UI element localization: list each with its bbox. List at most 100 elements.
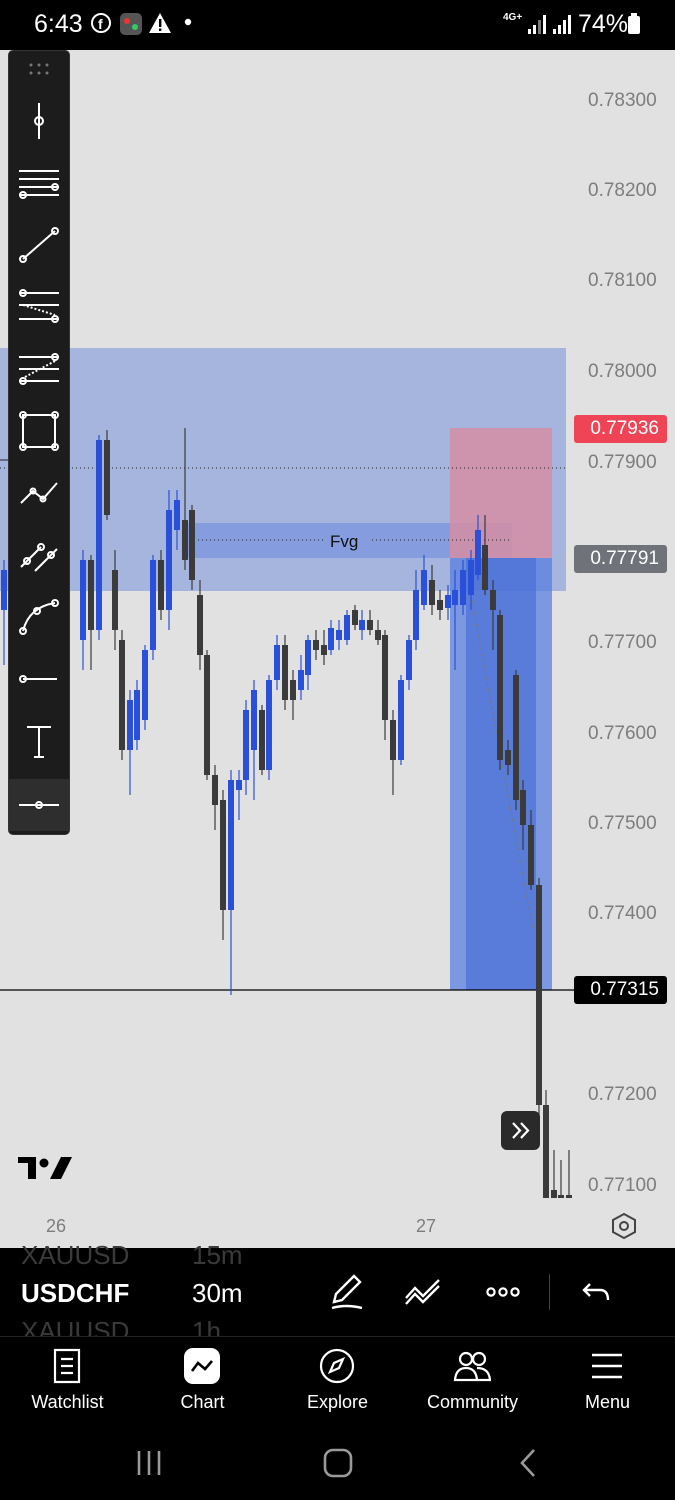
price-axis-label: 0.77700 [588, 632, 657, 653]
candle-body [119, 640, 125, 750]
candle-body [413, 590, 419, 640]
candle-body [228, 780, 234, 910]
candle-body [150, 560, 156, 650]
candle-body [468, 560, 474, 595]
home-icon[interactable] [322, 1447, 354, 1479]
chart-settings-icon[interactable] [610, 1212, 638, 1240]
price-axis-label: 0.77500 [588, 813, 657, 834]
chart-icon [184, 1348, 220, 1384]
notification-dot-icon [184, 18, 192, 26]
horizontal-lines-icon [19, 170, 59, 199]
candle-body [158, 560, 164, 610]
symbol-current[interactable]: USDCHF [21, 1278, 129, 1309]
candle-body [104, 440, 110, 515]
path-icon [20, 482, 58, 504]
price-chart[interactable]: Fvg [0, 50, 675, 1198]
candle-body [344, 615, 350, 640]
recent-apps-icon[interactable] [134, 1448, 164, 1478]
candle-body [259, 710, 265, 770]
watchlist-icon [53, 1348, 81, 1384]
pencil-icon[interactable] [326, 1272, 366, 1312]
toolbar-drag-handle[interactable] [9, 51, 69, 87]
tool-horizontal-lines[interactable] [9, 157, 69, 209]
tool-text[interactable] [9, 715, 69, 767]
bottom-nav: Watchlist Chart Explore Community Menu [0, 1336, 675, 1433]
candle-body [382, 635, 388, 720]
nav-chart[interactable]: Chart [135, 1337, 270, 1433]
candle-body [406, 640, 412, 680]
tool-fib-retracement[interactable] [9, 281, 69, 333]
candle-body [328, 628, 334, 650]
entry-price-tag[interactable]: 0.77791 [574, 545, 667, 573]
symbol-prev[interactable]: XAUUSD [21, 1240, 129, 1271]
time-axis-label: 26 [46, 1216, 67, 1236]
status-bar: 6:43 f 4G+ 74% [0, 0, 675, 50]
candle-body [321, 645, 327, 655]
candle-body [88, 560, 94, 630]
nav-menu[interactable]: Menu [540, 1337, 675, 1433]
candle-body [551, 1190, 557, 1198]
fvg-label[interactable]: Fvg [330, 532, 358, 551]
rectangle-icon [19, 411, 59, 451]
candle-body [490, 590, 496, 610]
tool-rectangle[interactable] [9, 405, 69, 457]
last-price-tag[interactable]: 0.77315 [574, 976, 667, 1004]
tradingview-logo-icon [18, 1157, 72, 1179]
facebook-icon: f [91, 13, 111, 33]
candle-body [452, 590, 458, 605]
price-axis-label: 0.77900 [588, 452, 657, 473]
nav-watchlist[interactable]: Watchlist [0, 1337, 135, 1433]
candle-body [359, 620, 365, 630]
drawing-toolbar [8, 50, 70, 835]
candle-body [313, 640, 319, 650]
candle-body [80, 560, 86, 640]
nav-label: Explore [306, 1392, 369, 1412]
candle-body [212, 775, 218, 805]
candle-body [375, 630, 381, 640]
timeframe-next[interactable]: 1h [192, 1316, 221, 1336]
candle-body [497, 615, 503, 760]
candle-body [398, 680, 404, 760]
fib-retracement-icon [19, 289, 59, 323]
scroll-to-realtime-button[interactable] [501, 1111, 540, 1150]
tool-curve[interactable] [9, 591, 69, 643]
tool-fib-extension[interactable] [9, 343, 69, 395]
more-icon[interactable] [484, 1282, 522, 1302]
tool-cursor[interactable] [9, 95, 69, 147]
candle-body [505, 750, 511, 765]
candle-body [437, 600, 443, 610]
chart-canvas[interactable]: Fvg 0.78300 0.78200 0.78100 0.78000 0.77… [0, 50, 675, 1198]
tool-trend-line[interactable] [9, 219, 69, 271]
nav-community[interactable]: Community [405, 1337, 540, 1433]
text-icon [27, 726, 51, 758]
horizontal-line-icon [19, 801, 59, 809]
candle-body [166, 510, 172, 610]
undo-icon[interactable] [580, 1278, 612, 1306]
nav-explore[interactable]: Explore [270, 1337, 405, 1433]
trend-line-icon [19, 227, 59, 263]
double-chevron-right-icon [512, 1122, 530, 1139]
nav-label: Chart [180, 1392, 225, 1412]
tool-horizontal-line[interactable] [9, 779, 69, 831]
candle-body [336, 630, 342, 640]
tool-parallel-channel[interactable] [9, 529, 69, 581]
toolbar-divider [549, 1274, 550, 1310]
stop-price-tag[interactable]: 0.77936 [574, 415, 667, 443]
candle-body [134, 690, 140, 740]
compass-icon [319, 1348, 355, 1384]
stop-loss-zone[interactable] [450, 428, 552, 558]
candle-body [445, 595, 451, 608]
indicators-icon[interactable] [403, 1274, 443, 1308]
tool-path[interactable] [9, 467, 69, 519]
candle-body [421, 570, 427, 605]
symbol-next[interactable]: XAUUSD [21, 1316, 129, 1336]
battery-icon [628, 13, 640, 34]
tool-horizontal-ray[interactable] [9, 653, 69, 705]
candle-body [352, 610, 358, 625]
back-icon[interactable] [514, 1447, 542, 1479]
crosshair-icon [34, 103, 44, 139]
price-axis-label: 0.78100 [588, 270, 657, 291]
candle-body [204, 655, 210, 775]
timeframe-current[interactable]: 30m [192, 1278, 243, 1309]
timeframe-prev[interactable]: 15m [192, 1240, 243, 1271]
